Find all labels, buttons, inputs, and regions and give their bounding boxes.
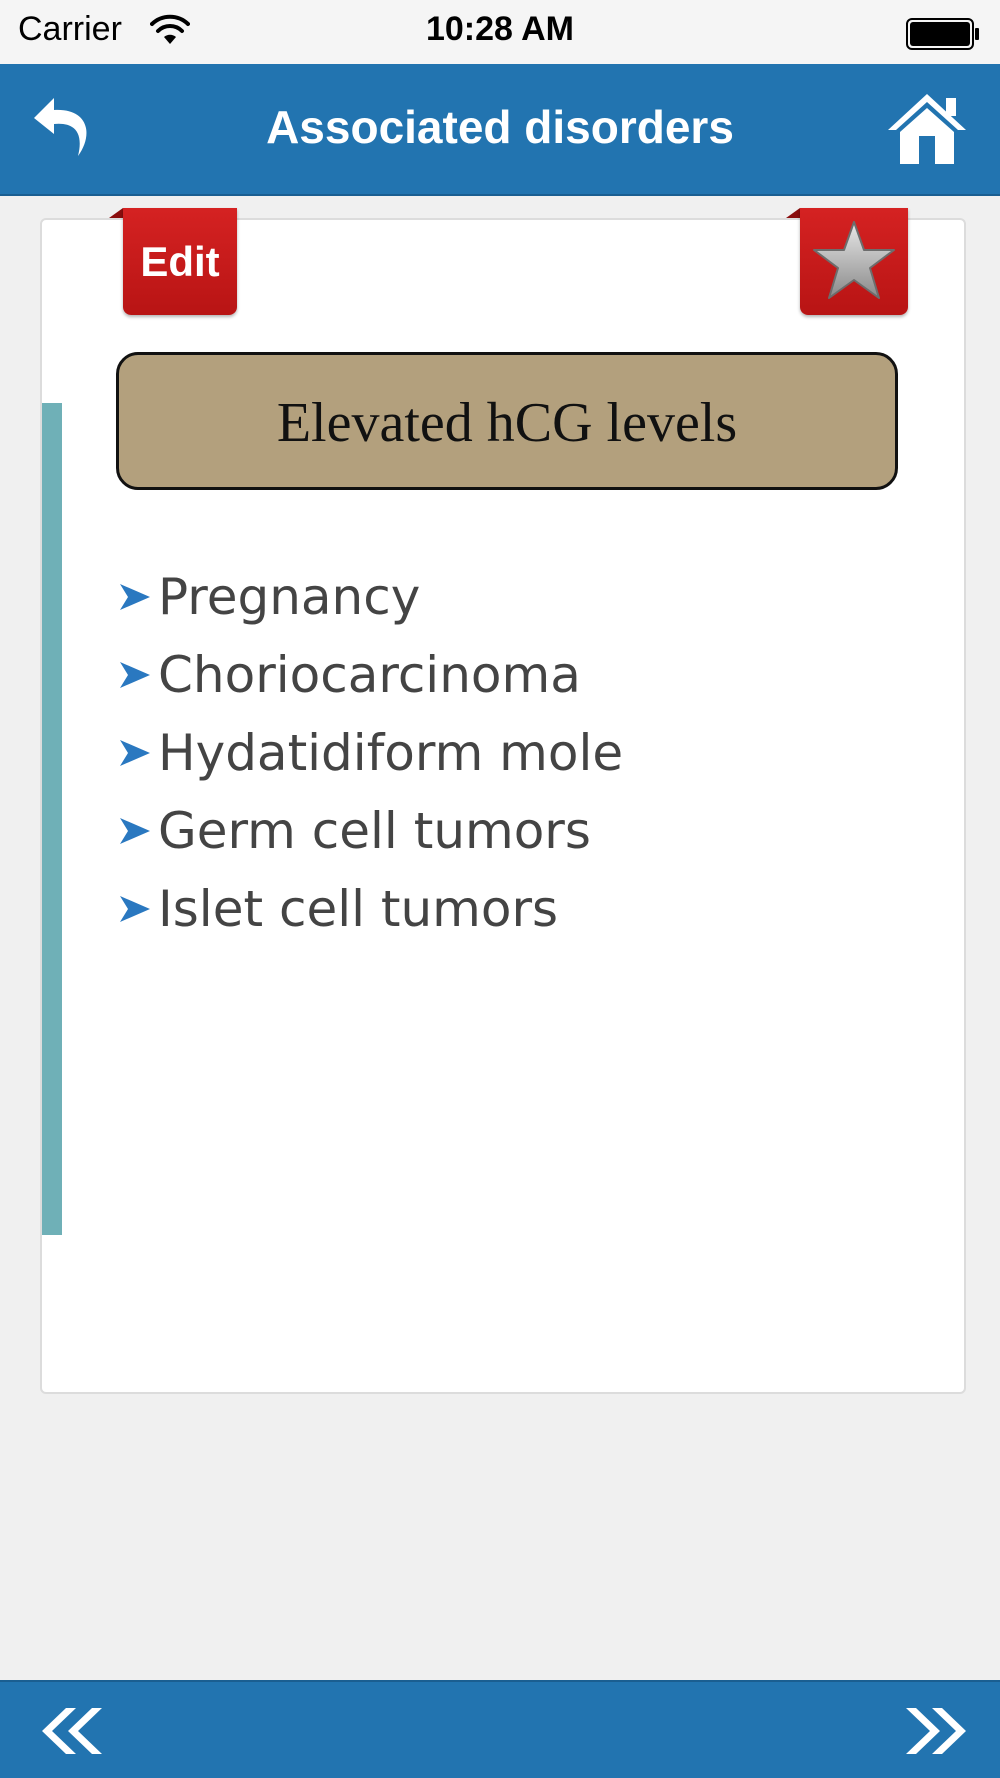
double-chevron-right-icon[interactable] xyxy=(900,1704,972,1758)
edit-button[interactable]: Edit xyxy=(109,208,237,315)
edit-label: Edit xyxy=(140,238,220,285)
bullet-arrow-icon xyxy=(120,818,150,844)
list-item: Germ cell tumors xyxy=(118,792,898,870)
card-heading: Elevated hCG levels xyxy=(276,392,738,454)
bullet-arrow-icon xyxy=(120,896,150,922)
bottom-bar xyxy=(0,1680,1000,1778)
list-item-label: Choriocarcinoma xyxy=(158,646,581,704)
battery-icon xyxy=(906,18,979,50)
double-chevron-left-icon[interactable] xyxy=(36,1704,108,1758)
list-item: Hydatidiform mole xyxy=(118,714,898,792)
list-item-label: Pregnancy xyxy=(158,568,421,626)
status-time: 10:28 AM xyxy=(425,10,575,48)
disorder-list: Pregnancy Choriocarcinoma Hydatidiform m… xyxy=(118,558,898,948)
favorite-button[interactable] xyxy=(786,208,908,315)
bullet-arrow-icon xyxy=(120,662,150,688)
ribbon-fold xyxy=(109,208,123,218)
list-item-label: Germ cell tumors xyxy=(158,802,591,860)
list-item: Islet cell tumors xyxy=(118,870,898,948)
home-icon[interactable] xyxy=(884,90,970,168)
list-item-label: Islet cell tumors xyxy=(158,880,559,938)
bullet-arrow-icon xyxy=(120,740,150,766)
app-screen: Carrier 10:28 AM Associated disorders Ed… xyxy=(0,0,1000,1778)
status-bar: Carrier 10:28 AM xyxy=(0,0,1000,64)
accent-bar xyxy=(42,403,62,1235)
ribbon-fold xyxy=(786,208,800,218)
star-icon xyxy=(813,221,895,299)
list-item-label: Hydatidiform mole xyxy=(158,724,624,782)
list-item: Pregnancy xyxy=(118,558,898,636)
page-title: Associated disorders xyxy=(266,101,734,153)
list-item: Choriocarcinoma xyxy=(118,636,898,714)
nav-bar: Associated disorders xyxy=(0,64,1000,196)
bullet-arrow-icon xyxy=(120,584,150,610)
heading-box: Elevated hCG levels xyxy=(116,352,898,490)
